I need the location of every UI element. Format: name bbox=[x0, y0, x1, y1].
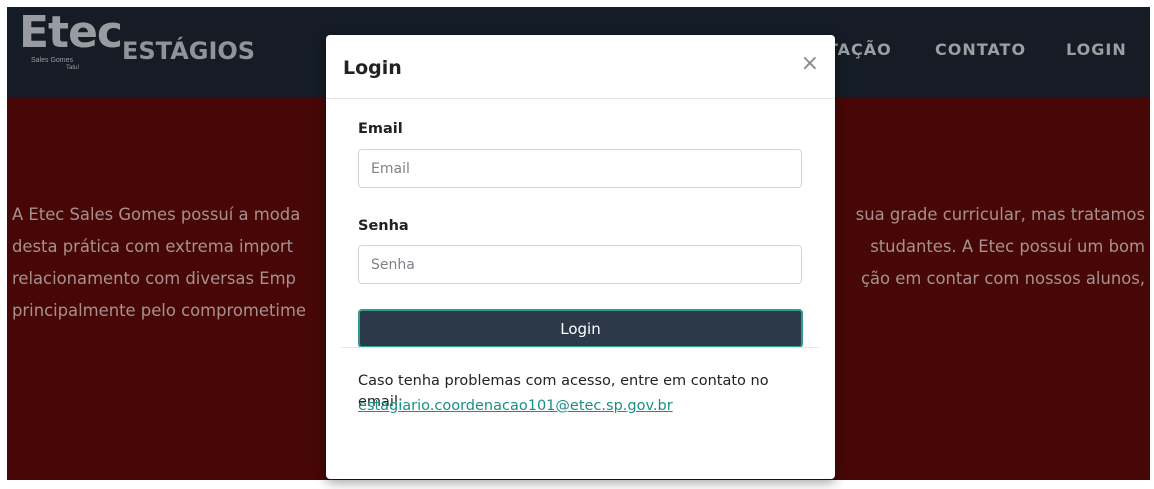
modal-title: Login bbox=[343, 57, 402, 79]
login-button[interactable]: Login bbox=[358, 309, 803, 348]
password-input[interactable] bbox=[358, 245, 802, 284]
login-modal: Login × Email Senha Login Caso tenha pro… bbox=[326, 35, 835, 479]
modal-divider bbox=[341, 347, 819, 348]
modal-header: Login × bbox=[326, 35, 835, 99]
email-label: Email bbox=[358, 121, 403, 137]
help-email-link[interactable]: estagiario.coordenacao101@etec.sp.gov.br bbox=[358, 398, 673, 414]
close-icon[interactable]: × bbox=[801, 53, 819, 75]
email-input[interactable] bbox=[358, 149, 802, 188]
password-label: Senha bbox=[358, 218, 409, 234]
